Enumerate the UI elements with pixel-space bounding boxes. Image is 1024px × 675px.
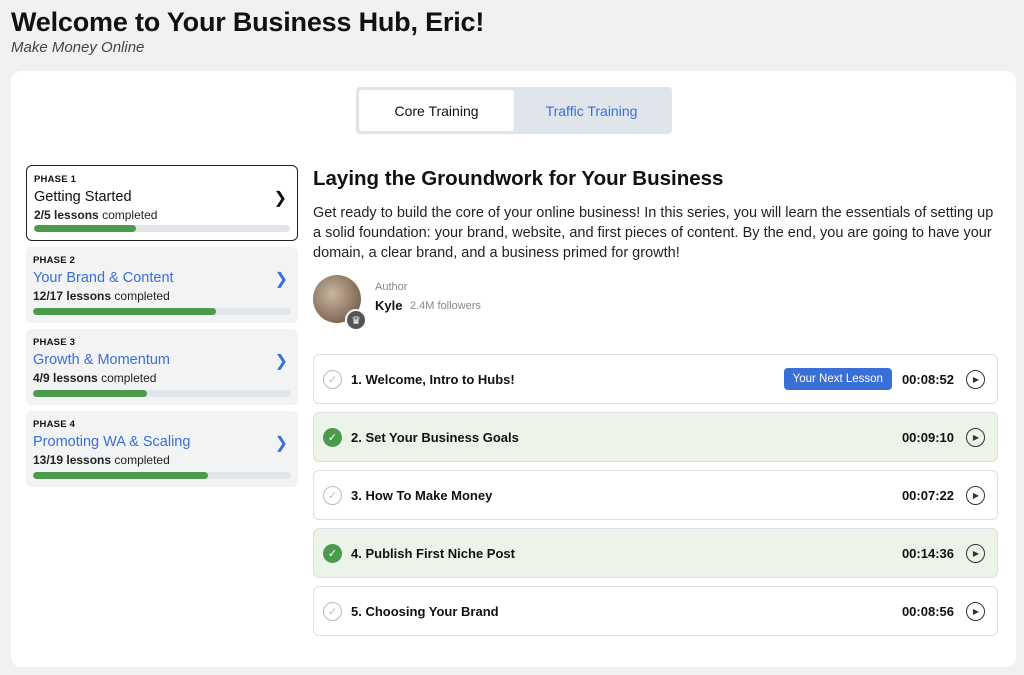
lesson-row[interactable]: ✓ 5. Choosing Your Brand 00:08:56 ▶ (313, 586, 998, 636)
progress-bar (33, 472, 291, 479)
lesson-row[interactable]: ✓ 2. Set Your Business Goals 00:09:10 ▶ (313, 412, 998, 462)
phase-detail: Laying the Groundwork for Your Business … (313, 167, 1003, 331)
play-icon[interactable]: ▶ (966, 485, 985, 505)
next-lesson-badge[interactable]: Your Next Lesson (783, 368, 892, 390)
progress-fill (33, 390, 147, 397)
phase-list: PHASE 1 Getting Started 2/5 lessons comp… (26, 165, 298, 493)
lesson-title: 4. Publish First Niche Post (351, 545, 515, 561)
phase-title: Promoting WA & Scaling (33, 434, 191, 450)
lesson-duration: 00:09:10 (901, 429, 954, 445)
progress-fill (33, 472, 209, 479)
tab-core-training[interactable]: Core Training (359, 90, 514, 131)
phase-title: Getting Started (34, 189, 132, 205)
phase-number: PHASE 4 (33, 419, 76, 430)
page-header: Welcome to Your Business Hub, Eric! Make… (11, 6, 484, 56)
phase-number: PHASE 2 (33, 255, 76, 266)
play-icon[interactable]: ▶ (966, 427, 985, 447)
phase-item-4[interactable]: PHASE 4 Promoting WA & Scaling 13/19 les… (26, 411, 298, 487)
lesson-duration: 00:14:36 (901, 545, 954, 561)
progress-bar (34, 225, 290, 232)
lesson-title: 1. Welcome, Intro to Hubs! (351, 371, 515, 387)
lesson-row[interactable]: ✓ 4. Publish First Niche Post 00:14:36 ▶ (313, 528, 998, 578)
phase-item-1[interactable]: PHASE 1 Getting Started 2/5 lessons comp… (26, 165, 298, 241)
page-title: Welcome to Your Business Hub, Eric! (11, 7, 485, 37)
page-subtitle: Make Money Online (11, 39, 145, 56)
phase-heading: Laying the Groundwork for Your Business (313, 167, 724, 190)
lesson-row[interactable]: ✓ 1. Welcome, Intro to Hubs! Your Next L… (313, 354, 998, 404)
lesson-duration: 00:08:52 (901, 371, 954, 387)
phase-description: Get ready to build the core of your onli… (313, 205, 994, 261)
author-label: Author (375, 281, 408, 293)
check-icon[interactable]: ✓ (323, 427, 342, 447)
phase-number: PHASE 1 (34, 174, 77, 185)
crown-icon: ♛ (345, 309, 367, 331)
phase-item-3[interactable]: PHASE 3 Growth & Momentum 4/9 lessons co… (26, 329, 298, 405)
phase-progress-text: 12/17 lessons completed (33, 289, 170, 303)
play-icon[interactable]: ▶ (966, 369, 985, 389)
lesson-list: ✓ 1. Welcome, Intro to Hubs! Your Next L… (313, 354, 998, 644)
lesson-duration: 00:07:22 (901, 487, 954, 503)
phase-progress-text: 4/9 lessons completed (33, 371, 157, 385)
phase-progress-text: 13/19 lessons completed (33, 453, 170, 467)
lesson-duration: 00:08:56 (901, 603, 954, 619)
check-icon[interactable]: ✓ (323, 485, 342, 505)
author-name[interactable]: Kyle (375, 298, 402, 313)
lesson-title: 3. How To Make Money (351, 487, 493, 503)
author-block: ♛ Author Kyle 2.4M followers (313, 273, 1003, 331)
progress-bar (33, 308, 291, 315)
progress-bar (33, 390, 291, 397)
phase-title: Your Brand & Content (33, 270, 174, 286)
chevron-right-icon: ❯ (274, 435, 288, 452)
author-followers: 2.4M followers (410, 300, 481, 312)
check-icon[interactable]: ✓ (323, 369, 342, 389)
progress-fill (34, 225, 137, 232)
play-icon[interactable]: ▶ (966, 601, 985, 621)
check-icon[interactable]: ✓ (323, 601, 342, 621)
lesson-row[interactable]: ✓ 3. How To Make Money 00:07:22 ▶ (313, 470, 998, 520)
chevron-right-icon: ❯ (273, 190, 287, 207)
training-card: Core Training Traffic Training PHASE 1 G… (11, 71, 1016, 667)
phase-title: Growth & Momentum (33, 352, 170, 368)
lesson-title: 2. Set Your Business Goals (351, 429, 519, 445)
chevron-right-icon: ❯ (274, 353, 288, 370)
phase-item-2[interactable]: PHASE 2 Your Brand & Content 12/17 lesso… (26, 247, 298, 323)
lesson-title: 5. Choosing Your Brand (351, 603, 499, 619)
tab-traffic-training[interactable]: Traffic Training (514, 90, 669, 131)
phase-progress-text: 2/5 lessons completed (34, 208, 158, 222)
play-icon[interactable]: ▶ (966, 543, 985, 563)
training-tabs: Core Training Traffic Training (356, 87, 672, 134)
progress-fill (33, 308, 217, 315)
chevron-right-icon: ❯ (274, 271, 288, 288)
check-icon[interactable]: ✓ (323, 543, 342, 563)
phase-number: PHASE 3 (33, 337, 76, 348)
